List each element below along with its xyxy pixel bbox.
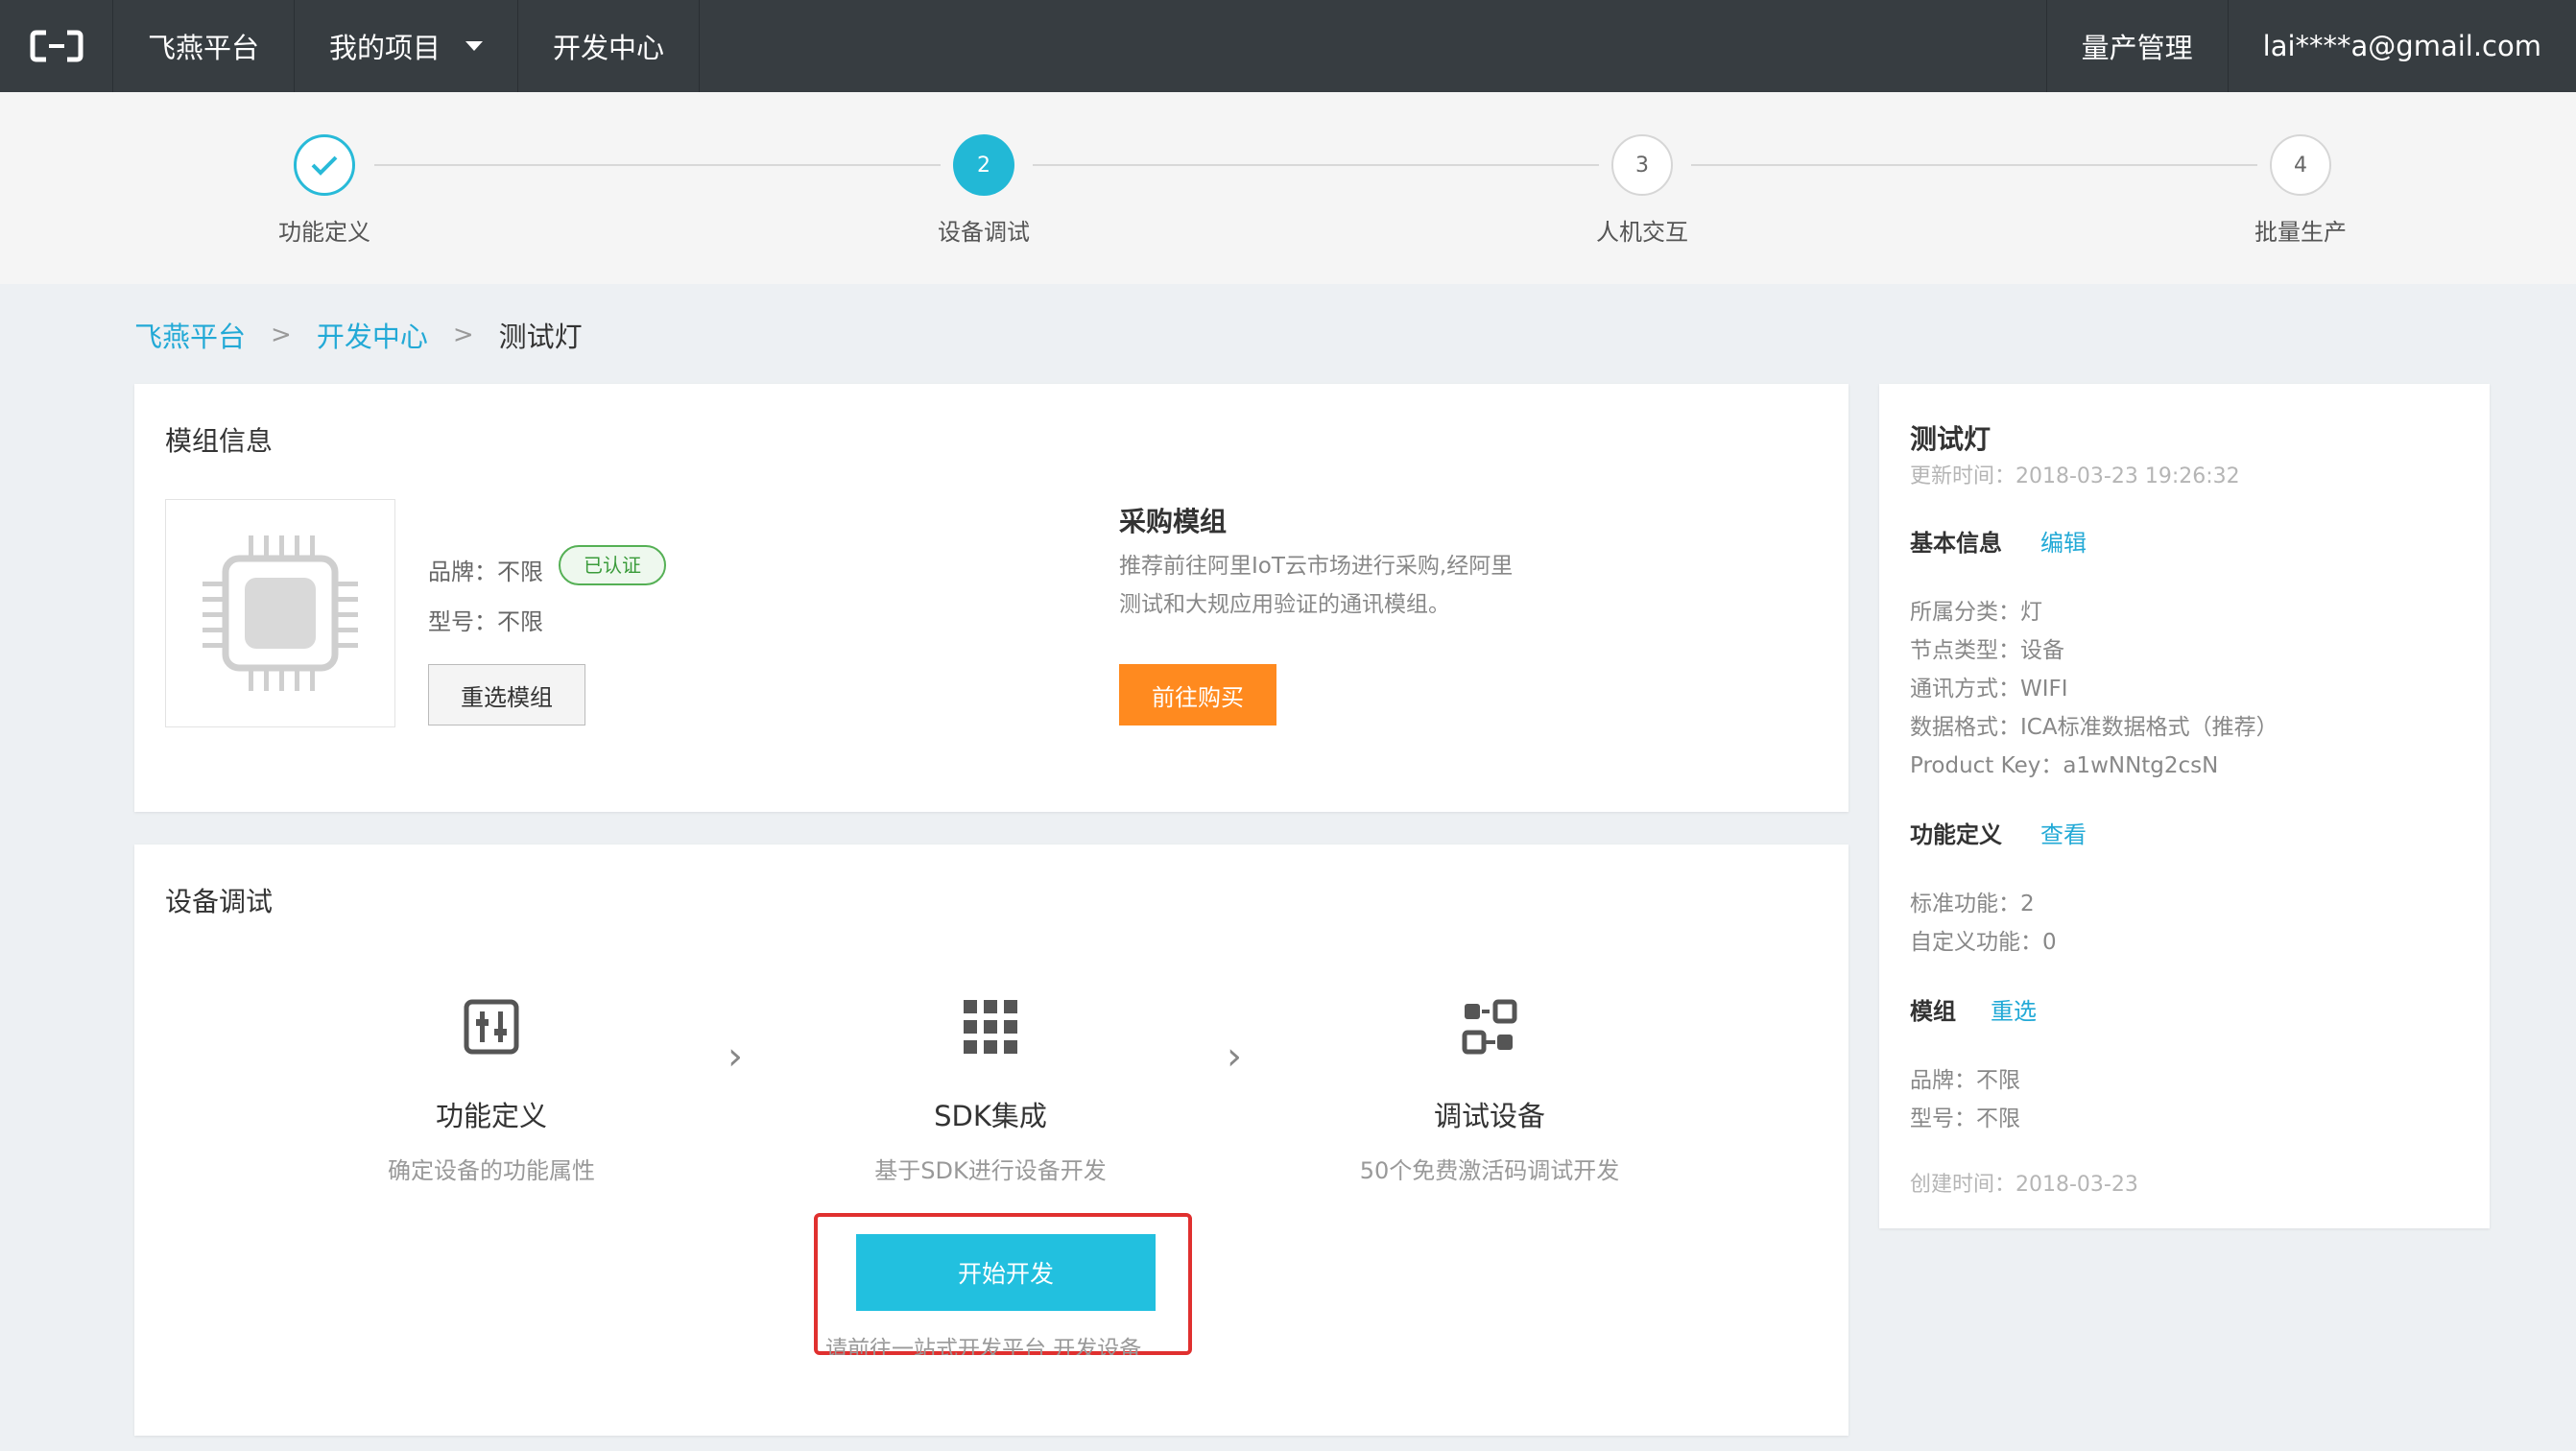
view-link[interactable]: 查看 (2040, 816, 2087, 849)
start-development-button[interactable]: 开始开发 (856, 1234, 1156, 1311)
flow-desc: 50个免费激活码调试开发 (1359, 1157, 1620, 1184)
card-title: 设备调试 (165, 886, 274, 917)
breadcrumb-current: 测试灯 (498, 321, 583, 353)
nav-mass-production-label: 量产管理 (2081, 32, 2193, 64)
step-hmi[interactable]: 3 人机交互 (1546, 134, 1738, 247)
created-time: 创建时间：2018-03-23 (1910, 1173, 2138, 1197)
aliyun-logo-icon[interactable] (0, 0, 113, 92)
module-model: 型号：不限 (428, 608, 543, 635)
flow-desc: 确定设备的功能属性 (388, 1157, 595, 1184)
progress-steps: 功能定义 2 设备调试 3 人机交互 4 批量生产 (0, 92, 2576, 284)
buy-module-button[interactable]: 前往购买 (1119, 664, 1276, 726)
step-mass-production[interactable]: 4 批量生产 (2205, 134, 2397, 247)
step-number: 3 (1611, 134, 1673, 196)
grid-icon (799, 988, 1182, 1065)
debug-device-icon (1298, 988, 1682, 1065)
user-email: lai****a@gmail.com (2262, 30, 2541, 62)
reselect-link[interactable]: 重选 (1991, 992, 2037, 1026)
flow-title: 功能定义 (435, 1100, 547, 1132)
reselect-module-button[interactable]: 重选模组 (428, 664, 585, 726)
chevron-right-icon: > (452, 321, 474, 349)
card-title: 模组信息 (165, 425, 274, 457)
start-development-hint: 请前往一站式开发平台 开发设备 (825, 1337, 1142, 1355)
step-connector (1033, 164, 1599, 166)
nav-platform-label: 飞燕平台 (148, 32, 260, 64)
flow-step-sdk: SDK集成 基于SDK进行设备开发 (799, 988, 1182, 1185)
step-number: 2 (953, 134, 1014, 196)
certified-badge: 已认证 (559, 545, 666, 585)
module-heading: 模组 (1910, 998, 1956, 1025)
device-debug-card: 设备调试 功能定义 确定设备的功能属性 › SDK集成 基于SDK进行设备开发 (134, 844, 1849, 1436)
step-function-definition[interactable]: 功能定义 (228, 134, 420, 247)
purchase-desc-line1: 推荐前往阿里IoT云市场进行采购,经阿里 (1119, 554, 1514, 579)
product-side-panel: 测试灯 更新时间：2018-03-23 19:26:32 基本信息 编辑 所属分… (1879, 384, 2490, 1228)
module-image (165, 499, 395, 727)
step-device-debug[interactable]: 2 设备调试 (888, 134, 1080, 247)
function-definition-heading: 功能定义 (1910, 821, 2002, 848)
module-brand: 品牌：不限 (428, 559, 543, 585)
step-label: 功能定义 (278, 219, 370, 246)
nav-my-projects[interactable]: 我的项目 (295, 0, 519, 92)
nav-mass-production[interactable]: 量产管理 (2045, 0, 2228, 92)
breadcrumb-platform[interactable]: 飞燕平台 (134, 315, 246, 355)
edit-link[interactable]: 编辑 (2040, 524, 2087, 558)
node-type: 节点类型：设备 (1910, 638, 2064, 663)
nav-dev-center[interactable]: 开发中心 (518, 0, 701, 92)
check-icon (294, 134, 355, 196)
step-connector (374, 164, 941, 166)
nav-dev-center-label: 开发中心 (553, 32, 665, 64)
user-account[interactable]: lai****a@gmail.com (2227, 0, 2576, 92)
sliders-icon (299, 988, 683, 1065)
category: 所属分类：灯 (1910, 600, 2042, 625)
chevron-right-icon: > (271, 321, 292, 349)
flow-title: 调试设备 (1433, 1100, 1545, 1132)
flow-step-function-definition: 功能定义 确定设备的功能属性 (299, 988, 683, 1185)
nav-my-projects-label: 我的项目 (329, 32, 441, 64)
basic-info-heading: 基本信息 (1910, 530, 2002, 557)
module-model: 型号：不限 (1910, 1106, 2020, 1131)
step-number: 4 (2270, 134, 2331, 196)
caret-down-icon (465, 41, 484, 51)
custom-functions: 自定义功能：0 (1910, 930, 2057, 955)
purchase-desc-line2: 测试和大规应用验证的通讯模组。 (1119, 592, 1450, 617)
top-nav: 飞燕平台 我的项目 开发中心 量产管理 lai****a@gmail.com (0, 0, 2576, 92)
breadcrumb: 飞燕平台 > 开发中心 > 测试灯 (134, 315, 583, 355)
flow-desc: 基于SDK进行设备开发 (874, 1157, 1107, 1184)
chip-icon (203, 535, 358, 691)
step-label: 设备调试 (938, 219, 1030, 246)
step-connector (1691, 164, 2257, 166)
module-info-card: 模组信息 品牌：不限 已认证 型号：不限 重选模组 采购模组 推荐前往阿里IoT… (134, 384, 1849, 812)
flow-step-debug-device: 调试设备 50个免费激活码调试开发 (1298, 988, 1682, 1185)
chevron-right-icon: › (1227, 1035, 1242, 1079)
flow-title: SDK集成 (934, 1100, 1047, 1132)
chevron-right-icon: › (727, 1035, 743, 1079)
comm-method: 通讯方式：WIFI (1910, 677, 2068, 702)
nav-platform[interactable]: 飞燕平台 (113, 0, 296, 92)
updated-time: 更新时间：2018-03-23 19:26:32 (1910, 464, 2240, 488)
breadcrumb-dev-center[interactable]: 开发中心 (317, 315, 428, 355)
standard-functions: 标准功能：2 (1910, 892, 2035, 916)
purchase-desc: 推荐前往阿里IoT云市场进行采购,经阿里 测试和大规应用验证的通讯模组。 (1119, 547, 1513, 624)
step-label: 批量生产 (2254, 219, 2347, 246)
product-key: Product Key：a1wNNtg2csN (1910, 753, 2219, 778)
purchase-title: 采购模组 (1119, 506, 1228, 537)
product-name: 测试灯 (1910, 423, 1992, 455)
module-brand: 品牌：不限 (1910, 1068, 2020, 1093)
data-format: 数据格式：ICA标准数据格式（推荐） (1910, 715, 2278, 740)
step-label: 人机交互 (1596, 219, 1688, 246)
